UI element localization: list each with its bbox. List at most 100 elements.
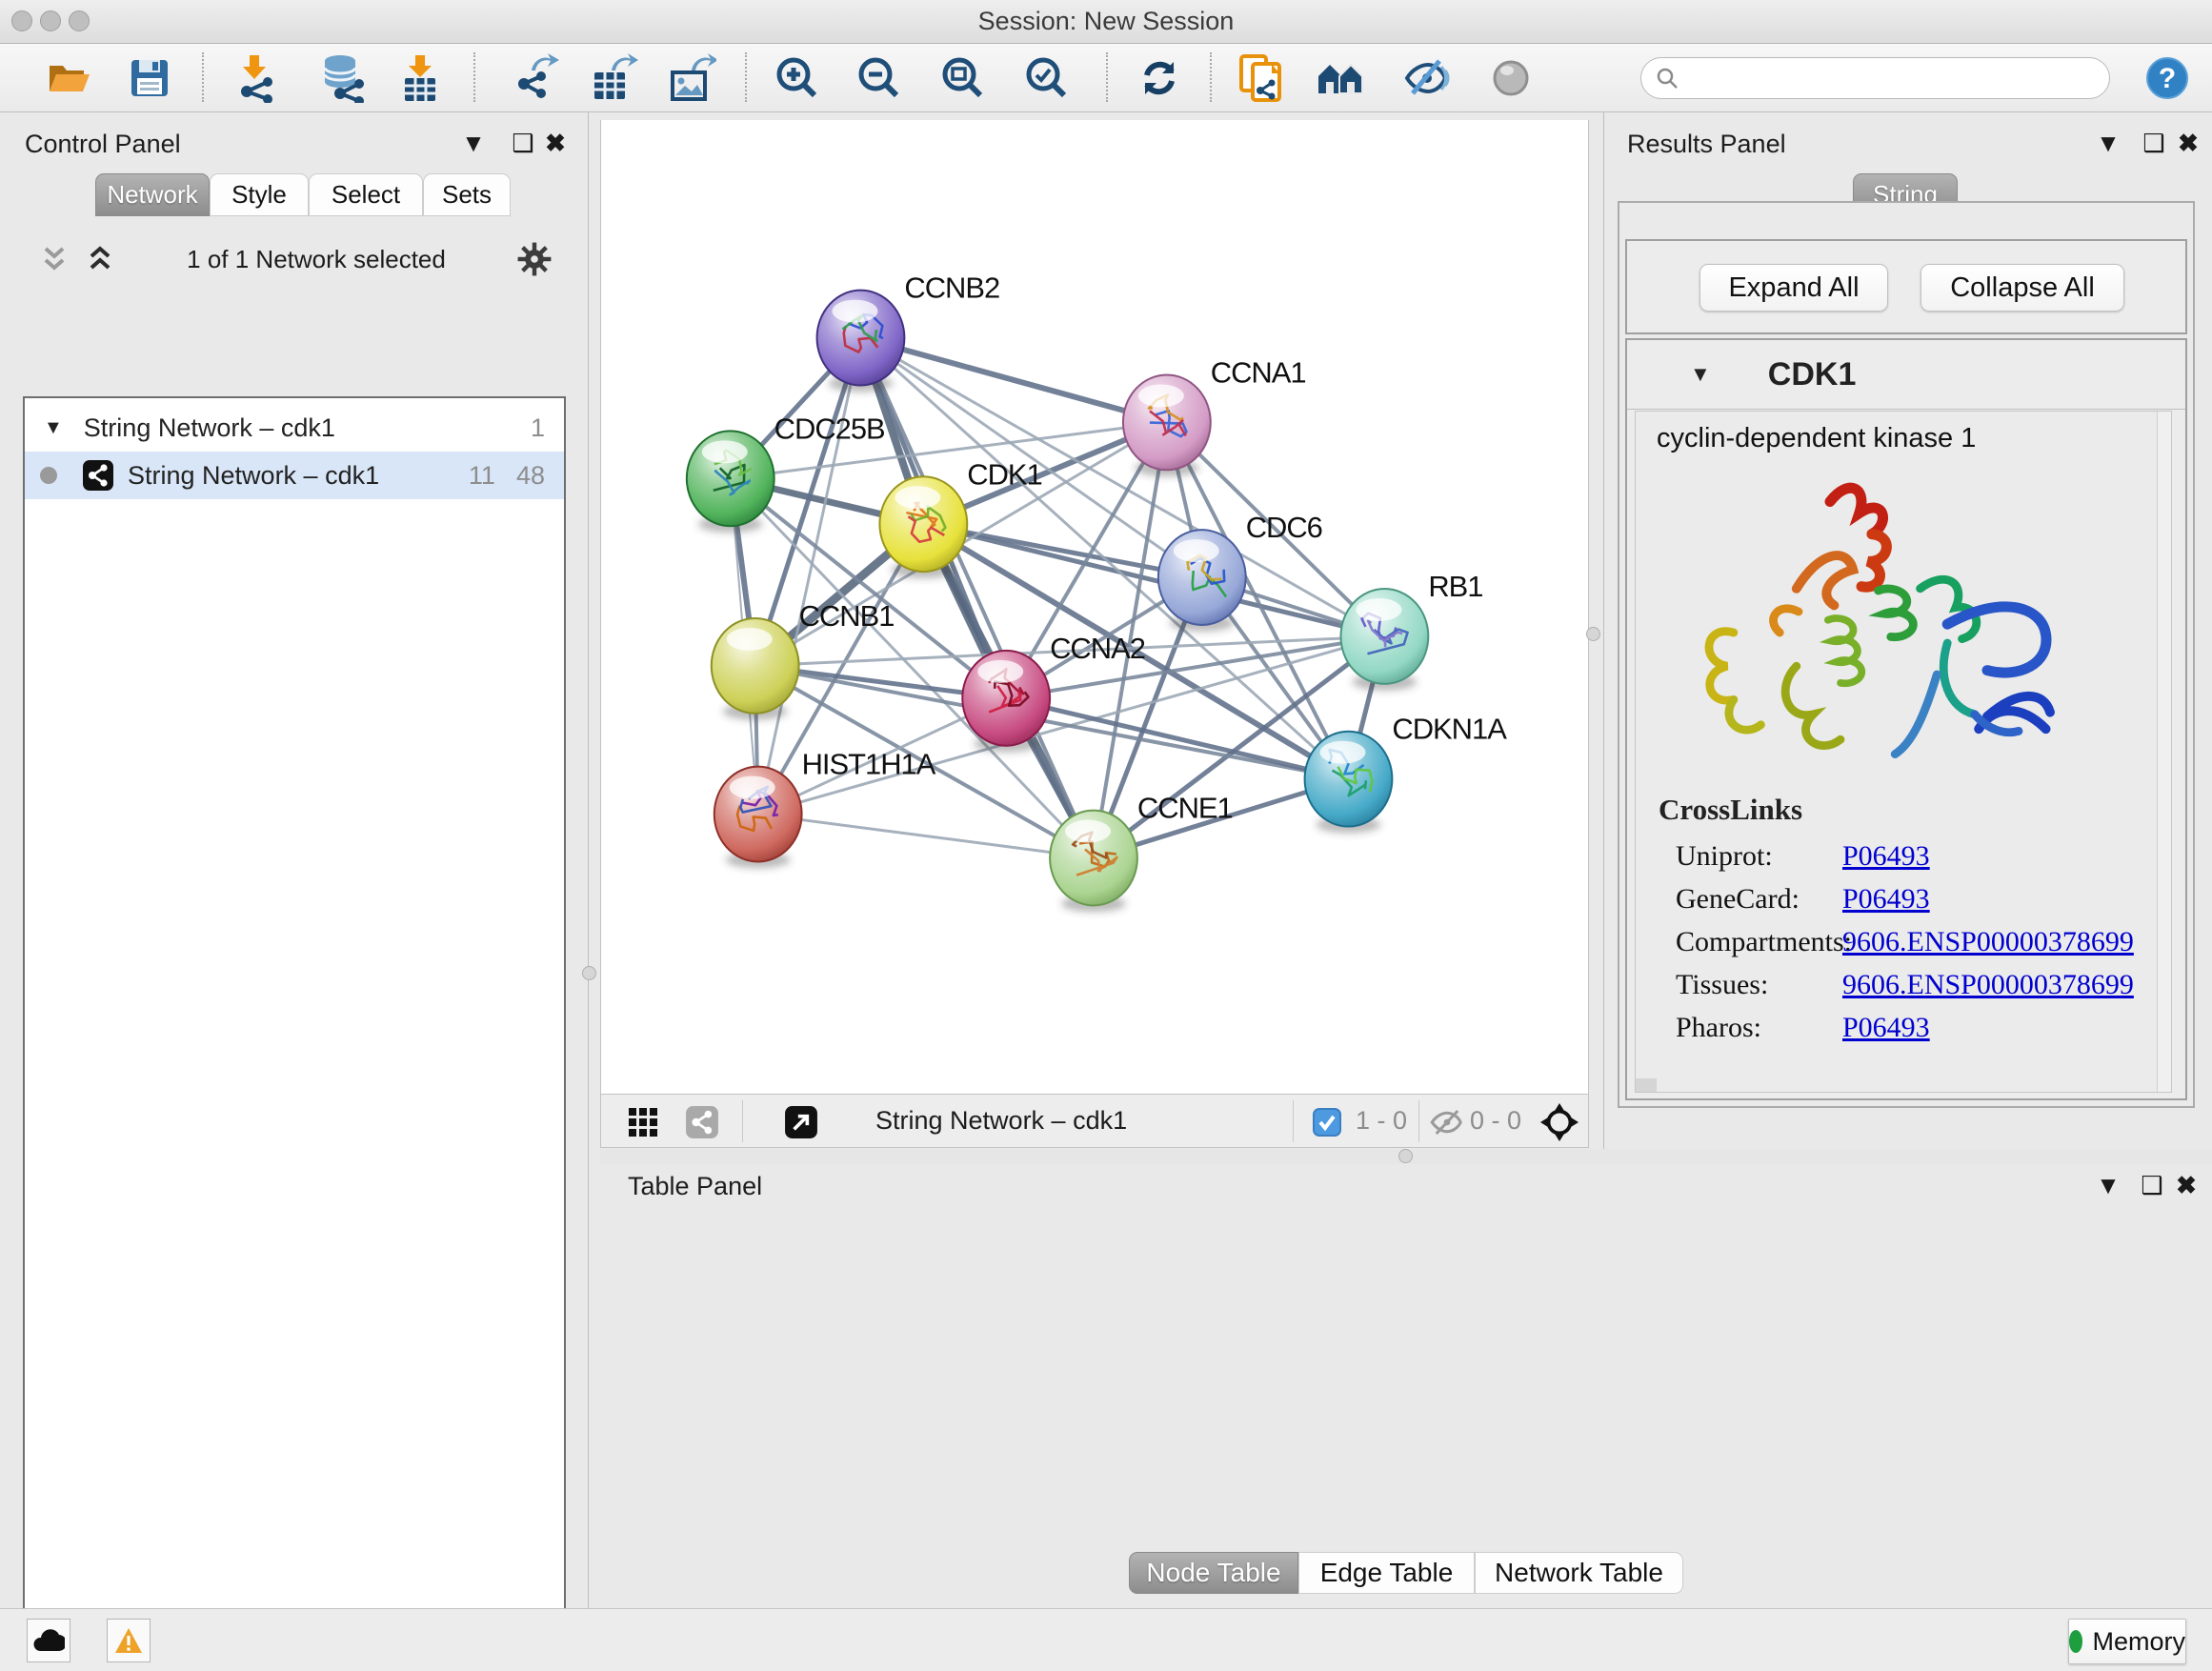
grid-view-button[interactable] (622, 1102, 664, 1142)
collapse-all-button[interactable]: Collapse All (1920, 264, 2124, 312)
results-panel-menu-caret[interactable]: ▼ (2092, 127, 2124, 159)
network-node-HIST1H1A[interactable]: HIST1H1A (714, 748, 936, 869)
cloud-button[interactable] (27, 1619, 70, 1662)
node-label-CCNA1: CCNA1 (1211, 355, 1306, 389)
network-options-gear-icon[interactable] (516, 241, 553, 277)
export-image-button[interactable] (665, 50, 720, 106)
results-hscroll-thumb[interactable] (1636, 1078, 1657, 1092)
node-result-header[interactable]: ▼ CDK1 (1627, 340, 2185, 410)
netbar-separator (1293, 1100, 1294, 1142)
help-icon: ? (2145, 56, 2189, 100)
crosslink-link[interactable]: P06493 (1842, 883, 1930, 916)
network-graph[interactable]: CCNB2CCNA1CDC25BCDK1CDC6RB1CCNB1CCNA2CDK… (601, 120, 1588, 1092)
zoom-in-button[interactable] (770, 50, 825, 106)
crosslink-link[interactable]: P06493 (1842, 840, 1930, 873)
right-splitter-handle[interactable] (1586, 627, 1600, 641)
control-panel-close-button[interactable]: ✖ (539, 127, 572, 159)
network-node-CDKN1A[interactable]: CDKN1A (1305, 713, 1508, 834)
hide-graphics-details-button[interactable] (1399, 50, 1455, 106)
control-panel-float-button[interactable]: ❑ (507, 127, 539, 159)
network-node-RB1[interactable]: RB1 (1340, 570, 1482, 691)
hidden-items-button[interactable] (1426, 1102, 1468, 1142)
memory-button[interactable]: Memory (2068, 1619, 2186, 1664)
zoom-in-icon (774, 55, 820, 101)
status-bar: Memory (0, 1608, 2212, 1671)
save-session-button[interactable] (122, 50, 177, 106)
zoom-selected-icon (1024, 55, 1070, 101)
collapse-all-icon[interactable] (38, 245, 70, 273)
table-panel-close-button[interactable]: ✖ (2170, 1169, 2202, 1201)
search-input[interactable] (1640, 57, 2110, 99)
tab-network[interactable]: Network (95, 173, 210, 216)
netbar-separator (742, 1100, 743, 1142)
show-graphics-details-button[interactable] (1483, 50, 1538, 106)
open-session-button[interactable] (42, 50, 97, 106)
external-window-icon (784, 1105, 818, 1139)
results-panel-title: Results Panel (1627, 130, 1786, 159)
zoom-fit-button[interactable] (935, 50, 991, 106)
detach-view-button[interactable] (780, 1102, 822, 1142)
export-table-button[interactable] (587, 50, 642, 106)
export-network-button[interactable] (509, 50, 564, 106)
tab-edge-table[interactable]: Edge Table (1298, 1552, 1475, 1594)
network-row[interactable]: String Network – cdk1 11 48 (25, 452, 564, 499)
tab-sets[interactable]: Sets (423, 173, 511, 216)
network-node-CCNA1[interactable]: CCNA1 (1123, 355, 1306, 476)
network-selection-status: 1 of 1 Network selected (116, 245, 516, 274)
network-list-toolbar: 1 of 1 Network selected (23, 234, 566, 284)
apply-layout-button[interactable] (1132, 50, 1187, 106)
crosslink-label: GeneCard: (1676, 883, 1842, 916)
network-node-CCNB2[interactable]: CCNB2 (817, 272, 1000, 393)
network-canvas[interactable]: CCNB2CCNA1CDC25BCDK1CDC6RB1CCNB1CCNA2CDK… (600, 120, 1589, 1094)
node-result-caret[interactable]: ▼ (1690, 362, 1711, 387)
network-row-label: String Network – cdk1 (128, 461, 379, 491)
node-result-body: cyclin-dependent kinase 1 (1635, 411, 2172, 1093)
tab-network-table[interactable]: Network Table (1475, 1552, 1683, 1594)
results-panel-close-button[interactable]: ✖ (2172, 127, 2204, 159)
import-database-icon (317, 53, 367, 103)
cloud-icon (32, 1628, 65, 1653)
horizontal-splitter[interactable] (600, 1149, 2212, 1164)
selected-nodes-checkbox[interactable] (1306, 1102, 1348, 1142)
crosslink-link[interactable]: 9606.ENSP00000378699 (1842, 926, 2134, 958)
control-panel-title: Control Panel (25, 130, 181, 159)
tab-node-table[interactable]: Node Table (1129, 1552, 1298, 1594)
table-panel-float-button[interactable]: ❑ (2136, 1169, 2168, 1201)
import-network-file-button[interactable] (231, 50, 286, 106)
horizontal-splitter-handle[interactable] (1398, 1149, 1413, 1163)
hidden-eye-icon (1429, 1108, 1465, 1137)
tab-select[interactable]: Select (309, 173, 423, 216)
import-network-database-button[interactable] (314, 50, 370, 106)
network-edge-count: 48 (516, 461, 545, 491)
collection-expand-caret[interactable]: ▼ (44, 417, 63, 439)
expand-all-icon[interactable] (84, 245, 116, 273)
birdseye-button[interactable] (1538, 1102, 1580, 1142)
zoom-selected-button[interactable] (1019, 50, 1075, 106)
network-view-button[interactable] (681, 1102, 723, 1142)
node-description: cyclin-dependent kinase 1 (1657, 423, 1976, 454)
left-splitter-handle[interactable] (582, 966, 596, 980)
crosslink-link[interactable]: 9606.ENSP00000378699 (1842, 969, 2134, 1001)
first-neighbors-button[interactable] (1314, 50, 1369, 106)
network-node-CCNE1[interactable]: CCNE1 (1050, 792, 1233, 913)
expand-all-button[interactable]: Expand All (1699, 264, 1888, 312)
import-table-button[interactable] (392, 50, 448, 106)
crosslinks-title: CrossLinks (1659, 793, 1802, 827)
zoom-out-button[interactable] (852, 50, 907, 106)
crosslink-row: Uniprot:P06493 (1676, 835, 2152, 877)
network-collection-row[interactable]: ▼ String Network – cdk1 1 (25, 404, 564, 452)
window-title: Session: New Session (0, 0, 2212, 43)
search-icon (1655, 66, 1679, 91)
help-button[interactable]: ? (2140, 50, 2195, 106)
warnings-button[interactable] (107, 1619, 151, 1662)
tab-style[interactable]: Style (210, 173, 309, 216)
results-panel: Results Panel ▼ ❑ ✖ String Expand All Co… (1603, 112, 2212, 1149)
results-scrollbar[interactable] (2157, 412, 2171, 1092)
main-toolbar: ? (0, 44, 2212, 112)
table-panel-menu-caret[interactable]: ▼ (2092, 1169, 2124, 1201)
crosslink-link[interactable]: P06493 (1842, 1012, 1930, 1044)
node-label-CCNA2: CCNA2 (1050, 632, 1145, 665)
control-panel-menu-caret[interactable]: ▼ (457, 127, 490, 159)
clone-network-button[interactable] (1233, 50, 1288, 106)
results-panel-float-button[interactable]: ❑ (2138, 127, 2170, 159)
